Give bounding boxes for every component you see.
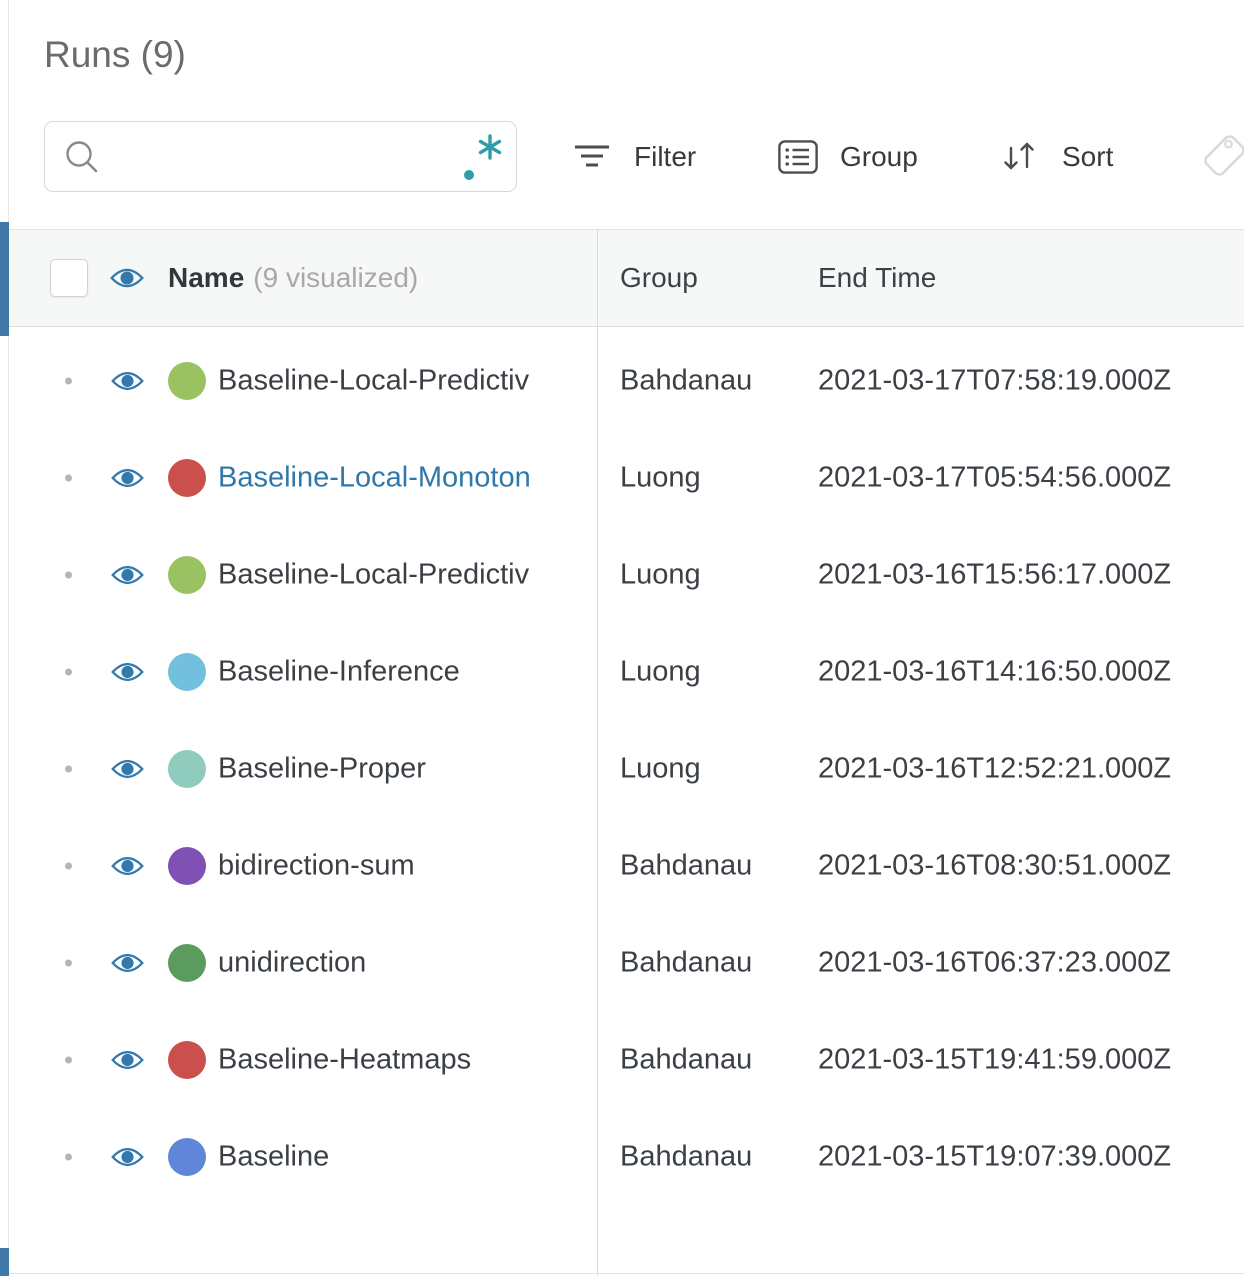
group-button[interactable]: Group	[778, 121, 918, 192]
run-group-cell: Luong	[620, 558, 701, 590]
search-icon	[63, 138, 101, 176]
drag-handle-dot[interactable]	[65, 474, 72, 481]
run-color-dot	[168, 749, 206, 788]
tag-icon[interactable]	[1197, 128, 1244, 180]
header-selection-bar	[0, 222, 9, 336]
run-group-cell: Bahdanau	[620, 364, 753, 396]
sort-label: Sort	[1062, 140, 1114, 172]
run-end-time-cell: 2021-03-17T05:54:56.000Z	[818, 461, 1172, 493]
visibility-eye-icon[interactable]	[109, 949, 146, 976]
sort-button[interactable]: Sort	[1000, 121, 1113, 192]
visibility-eye-icon[interactable]	[109, 852, 146, 879]
search-input-box[interactable]	[44, 121, 517, 192]
run-group-cell: Bahdanau	[620, 1043, 753, 1075]
table-row[interactable]: Baseline-Local-Predictiv Bahdanau 2021-0…	[0, 332, 1244, 429]
table-row[interactable]: Baseline-Proper Luong 2021-03-16T12:52:2…	[0, 720, 1244, 817]
run-end-time-cell: 2021-03-15T19:41:59.000Z	[818, 1043, 1172, 1075]
run-color-dot	[168, 943, 206, 982]
drag-handle-dot[interactable]	[65, 959, 72, 966]
column-header-name: Name (9 visualized)	[168, 262, 419, 293]
sort-icon	[1000, 139, 1040, 175]
filter-button[interactable]: Filter	[572, 121, 696, 192]
table-row[interactable]: Baseline-Local-Predictiv Luong 2021-03-1…	[0, 526, 1244, 623]
run-color-dot	[168, 652, 206, 691]
run-end-time-cell: 2021-03-16T08:30:51.000Z	[818, 849, 1172, 881]
visibility-all-eye-icon[interactable]	[108, 264, 146, 292]
drag-handle-dot[interactable]	[65, 571, 72, 578]
regex-toggle-icon[interactable]	[462, 130, 504, 184]
run-end-time-cell: 2021-03-16T06:37:23.000Z	[818, 946, 1172, 978]
drag-handle-dot[interactable]	[65, 1153, 72, 1160]
filter-label: Filter	[634, 140, 697, 172]
run-group-cell: Luong	[620, 752, 701, 784]
run-name-link[interactable]: Baseline-Local-Predictiv	[218, 364, 529, 397]
run-color-dot	[168, 1040, 206, 1079]
visibility-eye-icon[interactable]	[109, 561, 146, 588]
table-row[interactable]: Baseline-Inference Luong 2021-03-16T14:1…	[0, 623, 1244, 720]
run-color-dot	[168, 1137, 206, 1176]
run-color-dot	[168, 555, 206, 594]
run-color-dot	[168, 846, 206, 885]
drag-handle-dot[interactable]	[65, 1056, 72, 1063]
run-name-link[interactable]: Baseline-Local-Predictiv	[218, 558, 529, 591]
visibility-eye-icon[interactable]	[109, 464, 146, 491]
select-all-checkbox[interactable]	[50, 259, 88, 297]
search-input[interactable]	[113, 139, 462, 174]
visibility-eye-icon[interactable]	[109, 1046, 146, 1073]
runs-table-panel: Runs (9) Filter Group Sort Name (9 visua…	[0, 0, 1244, 1276]
visibility-eye-icon[interactable]	[109, 658, 146, 685]
run-name-link[interactable]: Baseline	[218, 1140, 329, 1173]
visibility-eye-icon[interactable]	[109, 367, 146, 394]
run-group-cell: Luong	[620, 461, 701, 493]
table-header-row: Name (9 visualized) Group End Time	[0, 229, 1244, 327]
table-row[interactable]: Baseline-Heatmaps Bahdanau 2021-03-15T19…	[0, 1011, 1244, 1108]
run-end-time-cell: 2021-03-16T12:52:21.000Z	[818, 752, 1172, 784]
run-color-dot	[168, 361, 206, 400]
run-group-cell: Bahdanau	[620, 946, 753, 978]
run-end-time-cell: 2021-03-15T19:07:39.000Z	[818, 1140, 1172, 1172]
run-group-cell: Bahdanau	[620, 1140, 753, 1172]
drag-handle-dot[interactable]	[65, 862, 72, 869]
run-end-time-cell: 2021-03-16T15:56:17.000Z	[818, 558, 1172, 590]
column-header-end-time: End Time	[818, 262, 937, 293]
page-title: Runs (9)	[44, 34, 186, 75]
visualized-count: (9 visualized)	[253, 262, 419, 293]
filter-icon	[572, 143, 612, 171]
table-row[interactable]: bidirection-sum Bahdanau 2021-03-16T08:3…	[0, 817, 1244, 914]
run-name-link[interactable]: Baseline-Heatmaps	[218, 1043, 471, 1076]
group-label: Group	[840, 140, 918, 172]
group-icon	[778, 139, 818, 174]
table-row[interactable]: Baseline Bahdanau 2021-03-15T19:07:39.00…	[0, 1108, 1244, 1205]
run-end-time-cell: 2021-03-16T14:16:50.000Z	[818, 655, 1172, 687]
run-name-link[interactable]: Baseline-Local-Monoton	[218, 461, 531, 494]
column-header-group: Group	[620, 262, 698, 293]
run-name-link[interactable]: Baseline-Proper	[218, 752, 426, 785]
run-name-link[interactable]: unidirection	[218, 946, 366, 979]
drag-handle-dot[interactable]	[65, 765, 72, 772]
bottom-selection-bar	[0, 1248, 9, 1276]
run-name-link[interactable]: Baseline-Inference	[218, 655, 460, 688]
run-end-time-cell: 2021-03-17T07:58:19.000Z	[818, 364, 1172, 396]
visibility-eye-icon[interactable]	[109, 1143, 146, 1170]
drag-handle-dot[interactable]	[65, 668, 72, 675]
run-color-dot	[168, 458, 206, 497]
run-name-link[interactable]: bidirection-sum	[218, 849, 415, 882]
runs-list: Baseline-Local-Predictiv Bahdanau 2021-0…	[0, 327, 1244, 1205]
panel-bottom-border	[8, 1273, 1244, 1274]
visibility-eye-icon[interactable]	[109, 755, 146, 782]
drag-handle-dot[interactable]	[65, 377, 72, 384]
table-row[interactable]: Baseline-Local-Monoton Luong 2021-03-17T…	[0, 429, 1244, 526]
table-row[interactable]: unidirection Bahdanau 2021-03-16T06:37:2…	[0, 914, 1244, 1011]
run-group-cell: Bahdanau	[620, 849, 753, 881]
run-group-cell: Luong	[620, 655, 701, 687]
